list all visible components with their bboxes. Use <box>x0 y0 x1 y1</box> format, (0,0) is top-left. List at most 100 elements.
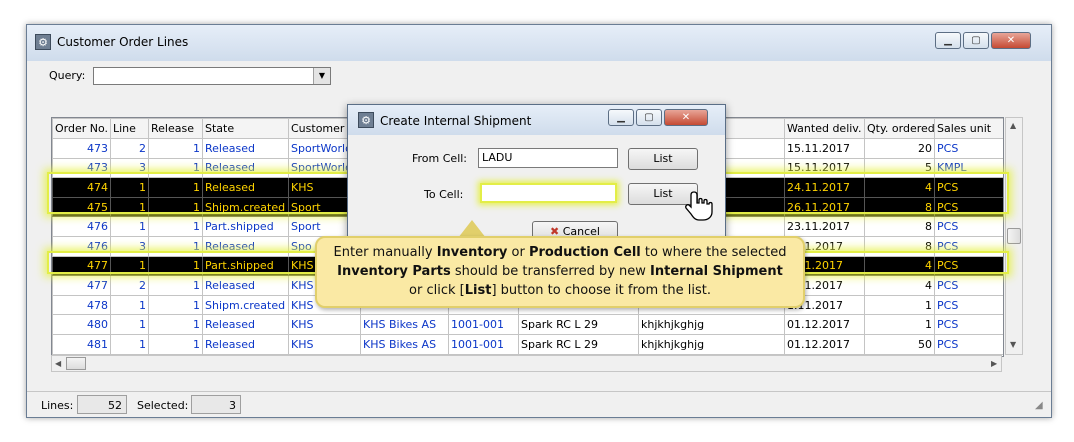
table-cell[interactable]: Released <box>202 275 289 296</box>
table-cell[interactable]: 5 <box>864 157 935 179</box>
table-cell[interactable]: 1001-001 <box>448 333 519 355</box>
table-cell[interactable]: Spark RC L 29 <box>518 333 639 355</box>
horizontal-scrollbar[interactable]: ◀ ▶ <box>51 355 1002 372</box>
table-cell[interactable]: KHS Bikes AS <box>360 333 449 355</box>
table-cell[interactable]: 480 <box>52 314 111 335</box>
table-cell[interactable]: 1 <box>148 255 203 277</box>
column-header[interactable]: Sales unit <box>934 118 1003 139</box>
table-cell[interactable]: 8 <box>864 216 935 237</box>
table-cell[interactable]: 1 <box>148 275 203 296</box>
scroll-up-icon[interactable]: ▲ <box>1010 121 1016 130</box>
table-cell[interactable]: 477 <box>52 255 111 277</box>
table-cell[interactable]: 1 <box>148 177 203 198</box>
column-header[interactable]: Wanted deliv. <box>784 118 865 139</box>
table-cell[interactable]: KHS Bikes AS <box>360 314 449 335</box>
table-cell[interactable]: 1 <box>110 255 149 277</box>
table-cell[interactable]: Released <box>202 314 289 335</box>
table-cell[interactable]: 2 <box>110 138 149 159</box>
table-cell[interactable]: Released <box>202 235 289 257</box>
table-cell[interactable]: 477 <box>52 275 111 296</box>
table-cell[interactable]: 01.12.2017 <box>784 333 865 355</box>
table-cell[interactable]: PCS <box>934 138 1003 159</box>
table-cell[interactable]: 1 <box>148 216 203 237</box>
table-cell[interactable]: 1 <box>148 196 203 218</box>
table-cell[interactable]: 1 <box>864 314 935 335</box>
table-cell[interactable]: Released <box>202 177 289 198</box>
horizontal-scroll-thumb[interactable] <box>66 357 86 370</box>
table-cell[interactable]: khjkhjkghjg <box>638 333 785 355</box>
table-cell[interactable]: KMPL <box>934 157 1003 179</box>
table-cell[interactable]: Released <box>202 333 289 355</box>
table-cell[interactable]: Spark RC L 29 <box>518 314 639 335</box>
table-cell[interactable]: PCS <box>934 275 1003 296</box>
chevron-down-icon[interactable]: ▼ <box>313 68 330 84</box>
table-cell[interactable]: Released <box>202 157 289 179</box>
vertical-scrollbar[interactable]: ▲ ▼ <box>1005 117 1023 355</box>
dialog-maximize-button[interactable]: ▢ <box>636 109 662 126</box>
table-cell[interactable]: 1 <box>110 196 149 218</box>
table-cell[interactable]: 8 <box>864 196 935 218</box>
table-cell[interactable]: 478 <box>52 294 111 316</box>
table-cell[interactable]: 1001-001 <box>448 314 519 335</box>
table-row[interactable]: 480 1 1 Released KHS KHS Bikes AS 1001-001 Spar… <box>52 314 1003 335</box>
table-cell[interactable]: PCS <box>934 255 1003 277</box>
table-cell[interactable]: 1 <box>110 333 149 355</box>
table-cell[interactable]: 2 <box>110 275 149 296</box>
maximize-button[interactable]: ▢ <box>963 32 989 49</box>
scroll-left-icon[interactable]: ◀ <box>55 359 61 368</box>
column-header[interactable]: State <box>202 118 289 139</box>
table-cell[interactable]: 1 <box>148 157 203 179</box>
dialog-close-button[interactable]: ✕ <box>664 109 708 126</box>
table-cell[interactable]: 01.12.2017 <box>784 314 865 335</box>
title-bar[interactable]: ⚙ Customer Order Lines ▁ ▢ ✕ <box>27 25 1051 61</box>
table-cell[interactable]: KHS <box>288 333 361 355</box>
table-cell[interactable]: khjkhjkghjg <box>638 314 785 335</box>
table-cell[interactable]: 24.11.2017 <box>784 177 865 198</box>
table-cell[interactable]: 4 <box>864 177 935 198</box>
table-cell[interactable]: 15.11.2017 <box>784 138 865 159</box>
table-cell[interactable]: 476 <box>52 235 111 257</box>
table-cell[interactable]: 20 <box>864 138 935 159</box>
table-cell[interactable]: 473 <box>52 157 111 179</box>
table-cell[interactable]: 1 <box>148 333 203 355</box>
dialog-minimize-button[interactable]: ▁ <box>608 109 634 126</box>
close-button[interactable]: ✕ <box>991 32 1031 49</box>
table-cell[interactable]: 473 <box>52 138 111 159</box>
table-cell[interactable]: 1 <box>864 294 935 316</box>
table-cell[interactable]: 26.11.2017 <box>784 196 865 218</box>
table-cell[interactable]: 8 <box>864 235 935 257</box>
table-cell[interactable]: 1 <box>110 177 149 198</box>
table-row[interactable]: 481 1 1 Released KHS KHS Bikes AS 1001-001 Spar… <box>52 333 1003 355</box>
table-cell[interactable]: 1 <box>148 294 203 316</box>
to-cell-input[interactable] <box>480 183 617 203</box>
column-header[interactable]: Order No. <box>52 118 111 139</box>
table-cell[interactable]: Part.shipped <box>202 216 289 237</box>
table-cell[interactable]: PCS <box>934 294 1003 316</box>
table-cell[interactable]: PCS <box>934 235 1003 257</box>
column-header[interactable]: Line <box>110 118 149 139</box>
table-cell[interactable]: 1 <box>148 314 203 335</box>
column-header[interactable]: Release <box>148 118 203 139</box>
table-cell[interactable]: 1 <box>148 138 203 159</box>
table-cell[interactable]: Shipm.created <box>202 196 289 218</box>
table-cell[interactable]: 3 <box>110 157 149 179</box>
table-cell[interactable]: 4 <box>864 255 935 277</box>
table-cell[interactable]: 1 <box>110 216 149 237</box>
table-cell[interactable]: 23.11.2017 <box>784 216 865 237</box>
table-cell[interactable]: Part.shipped <box>202 255 289 277</box>
resize-grip-icon[interactable]: ◢ <box>1035 400 1043 411</box>
vertical-scroll-thumb[interactable] <box>1007 228 1021 244</box>
table-cell[interactable]: Shipm.created <box>202 294 289 316</box>
table-cell[interactable]: 50 <box>864 333 935 355</box>
from-cell-input[interactable]: LADU <box>478 148 618 168</box>
minimize-button[interactable]: ▁ <box>935 32 961 49</box>
from-cell-list-button[interactable]: List <box>628 148 698 170</box>
table-cell[interactable]: PCS <box>934 177 1003 198</box>
scroll-right-icon[interactable]: ▶ <box>991 359 997 368</box>
table-cell[interactable]: PCS <box>934 216 1003 237</box>
table-cell[interactable]: 476 <box>52 216 111 237</box>
table-cell[interactable]: 474 <box>52 177 111 198</box>
table-cell[interactable]: 1 <box>110 294 149 316</box>
table-cell[interactable]: 4 <box>864 275 935 296</box>
table-cell[interactable]: Released <box>202 138 289 159</box>
